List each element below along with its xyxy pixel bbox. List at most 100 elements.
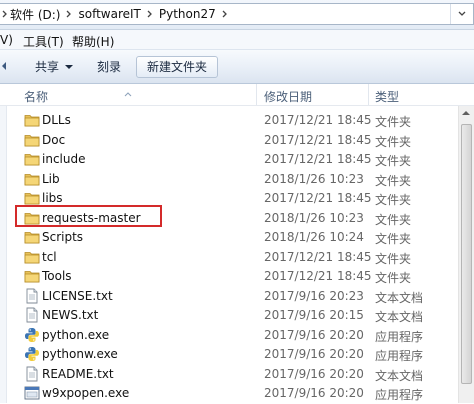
command-toolbar: 共享 刻录 新建文件夹 [0, 50, 474, 84]
file-type: 文件夹 [375, 212, 412, 227]
file-type: 文本文档 [375, 310, 424, 324]
file-type: 文件夹 [375, 251, 412, 266]
column-divider[interactable] [256, 84, 257, 105]
file-row-readme-txt[interactable]: README.txt 2017/9/16 20:20 文本文档 [20, 364, 460, 384]
scrollbar-thumb[interactable] [461, 124, 472, 384]
sort-ascending-icon [124, 86, 132, 100]
text-file-icon [24, 366, 40, 382]
file-modified-date: 2017/12/21 18:45 [264, 249, 372, 264]
file-type: 应用程序 [375, 329, 424, 344]
python-icon [24, 346, 40, 362]
file-row-news-txt[interactable]: NEWS.txt 2017/9/16 20:15 文本文档 [20, 305, 460, 325]
file-name: pythonw.exe [42, 347, 118, 361]
new-folder-label: 新建文件夹 [147, 60, 208, 74]
file-row-tools[interactable]: Tools 2017/12/21 18:45 文件夹 [20, 266, 460, 286]
file-name: Scripts [42, 230, 84, 244]
breadcrumb-arrow-icon[interactable] [60, 4, 78, 24]
share-label: 共享 [35, 60, 60, 74]
address-bar-area: 软件 (D:) softwareIT Python27 [0, 0, 474, 30]
column-header-type[interactable]: 类型 [375, 88, 399, 105]
burn-label: 刻录 [97, 60, 122, 74]
file-type: 文件夹 [375, 271, 412, 285]
file-modified-date: 2017/9/16 20:20 [264, 386, 364, 400]
file-type: 文本文档 [375, 368, 424, 383]
file-row-dlls[interactable]: DLLs 2017/12/21 18:45 文件夹 [20, 110, 460, 130]
file-row-tcl[interactable]: tcl 2017/12/21 18:45 文件夹 [20, 247, 460, 267]
file-modified-date: 2017/9/16 20:20 [264, 347, 364, 361]
share-button[interactable]: 共享 [35, 56, 74, 78]
file-type: 文件夹 [375, 154, 412, 168]
file-name: LICENSE.txt [42, 288, 113, 303]
folder-icon [24, 151, 40, 167]
file-row-license-txt[interactable]: LICENSE.txt 2017/9/16 20:23 文本文档 [20, 286, 460, 306]
file-modified-date: 2018/1/26 10:24 [264, 230, 364, 244]
file-row-python-exe[interactable]: python.exe 2017/9/16 20:20 应用程序 [20, 325, 460, 345]
file-modified-date: 2018/1/26 10:23 [264, 171, 364, 186]
folder-icon [24, 249, 40, 265]
python-icon [24, 327, 40, 343]
folder-icon [24, 229, 40, 245]
file-name: python.exe [42, 327, 110, 342]
address-bar[interactable]: 软件 (D:) softwareIT Python27 [0, 3, 474, 25]
file-modified-date: 2017/9/16 20:23 [264, 288, 364, 303]
file-type: 文件夹 [375, 134, 412, 149]
file-name: libs [42, 191, 63, 205]
file-row-requests-master[interactable]: requests-master 2018/1/26 10:23 文件夹 [20, 208, 460, 228]
file-modified-date: 2017/9/16 20:20 [264, 366, 364, 381]
file-name: requests-master [42, 210, 141, 225]
file-row-pythonw-exe[interactable]: pythonw.exe 2017/9/16 20:20 应用程序 [20, 344, 460, 364]
column-divider[interactable] [368, 84, 369, 105]
breadcrumb-arrow-icon[interactable] [216, 4, 234, 24]
file-name: Doc [42, 132, 66, 147]
file-row-libs[interactable]: libs 2017/12/21 18:45 文件夹 [20, 188, 460, 208]
file-name: Tools [42, 269, 72, 283]
breadcrumb-arrow-icon[interactable] [141, 4, 159, 24]
navigation-pane-edge [0, 106, 7, 403]
menu-tools[interactable]: 工具(T) [23, 33, 64, 50]
folder-icon [24, 112, 40, 128]
file-row-w9xpopen-exe[interactable]: w9xpopen.exe 2017/9/16 20:20 应用程序 [20, 383, 460, 403]
breadcrumb-softwareit[interactable]: softwareIT [78, 7, 140, 21]
menu-view[interactable]: V) [0, 33, 13, 47]
file-modified-date: 2017/12/21 18:45 [264, 191, 372, 205]
file-row-doc[interactable]: Doc 2017/12/21 18:45 文件夹 [20, 130, 460, 150]
burn-button[interactable]: 刻录 [97, 56, 121, 78]
file-type: 文件夹 [375, 115, 412, 129]
file-name: NEWS.txt [42, 308, 99, 322]
toolbar-overflow-icon[interactable] [2, 62, 6, 70]
text-file-icon [24, 307, 40, 323]
folder-icon [24, 268, 40, 284]
address-dropdown-icon[interactable] [450, 4, 473, 24]
file-name: Lib [42, 171, 60, 186]
file-modified-date: 2017/12/21 18:45 [264, 152, 372, 166]
folder-icon [24, 190, 40, 206]
exe-icon [24, 385, 40, 401]
column-header-row: 名称 修改日期 类型 [0, 84, 474, 106]
chevron-down-icon [65, 65, 74, 69]
file-type: 文件夹 [375, 173, 412, 188]
breadcrumb-python27[interactable]: Python27 [159, 7, 216, 21]
file-modified-date: 2017/9/16 20:15 [264, 308, 364, 322]
menu-help[interactable]: 帮助(H) [72, 33, 114, 50]
file-row-scripts[interactable]: Scripts 2018/1/26 10:24 文件夹 [20, 227, 460, 247]
breadcrumb-drive-d[interactable]: 软件 (D:) [10, 6, 60, 23]
folder-icon [24, 171, 40, 187]
file-type: 文件夹 [375, 232, 412, 246]
file-modified-date: 2017/12/21 18:45 [264, 113, 372, 127]
file-name: w9xpopen.exe [42, 386, 130, 400]
file-modified-date: 2017/9/16 20:20 [264, 327, 364, 342]
file-name: tcl [42, 249, 57, 264]
column-header-date[interactable]: 修改日期 [264, 88, 312, 105]
column-header-name[interactable]: 名称 [24, 88, 48, 105]
vertical-scrollbar[interactable] [458, 106, 474, 403]
file-type: 文件夹 [375, 193, 412, 207]
file-type: 应用程序 [375, 388, 424, 402]
text-file-icon [24, 288, 40, 304]
file-row-include[interactable]: include 2017/12/21 18:45 文件夹 [20, 149, 460, 169]
new-folder-button[interactable]: 新建文件夹 [136, 56, 219, 78]
folder-icon [24, 210, 40, 226]
scroll-up-arrow-icon[interactable] [462, 111, 470, 115]
file-name: README.txt [42, 366, 114, 381]
breadcrumb-arrow-icon[interactable] [0, 4, 10, 24]
file-row-lib[interactable]: Lib 2018/1/26 10:23 文件夹 [20, 169, 460, 189]
